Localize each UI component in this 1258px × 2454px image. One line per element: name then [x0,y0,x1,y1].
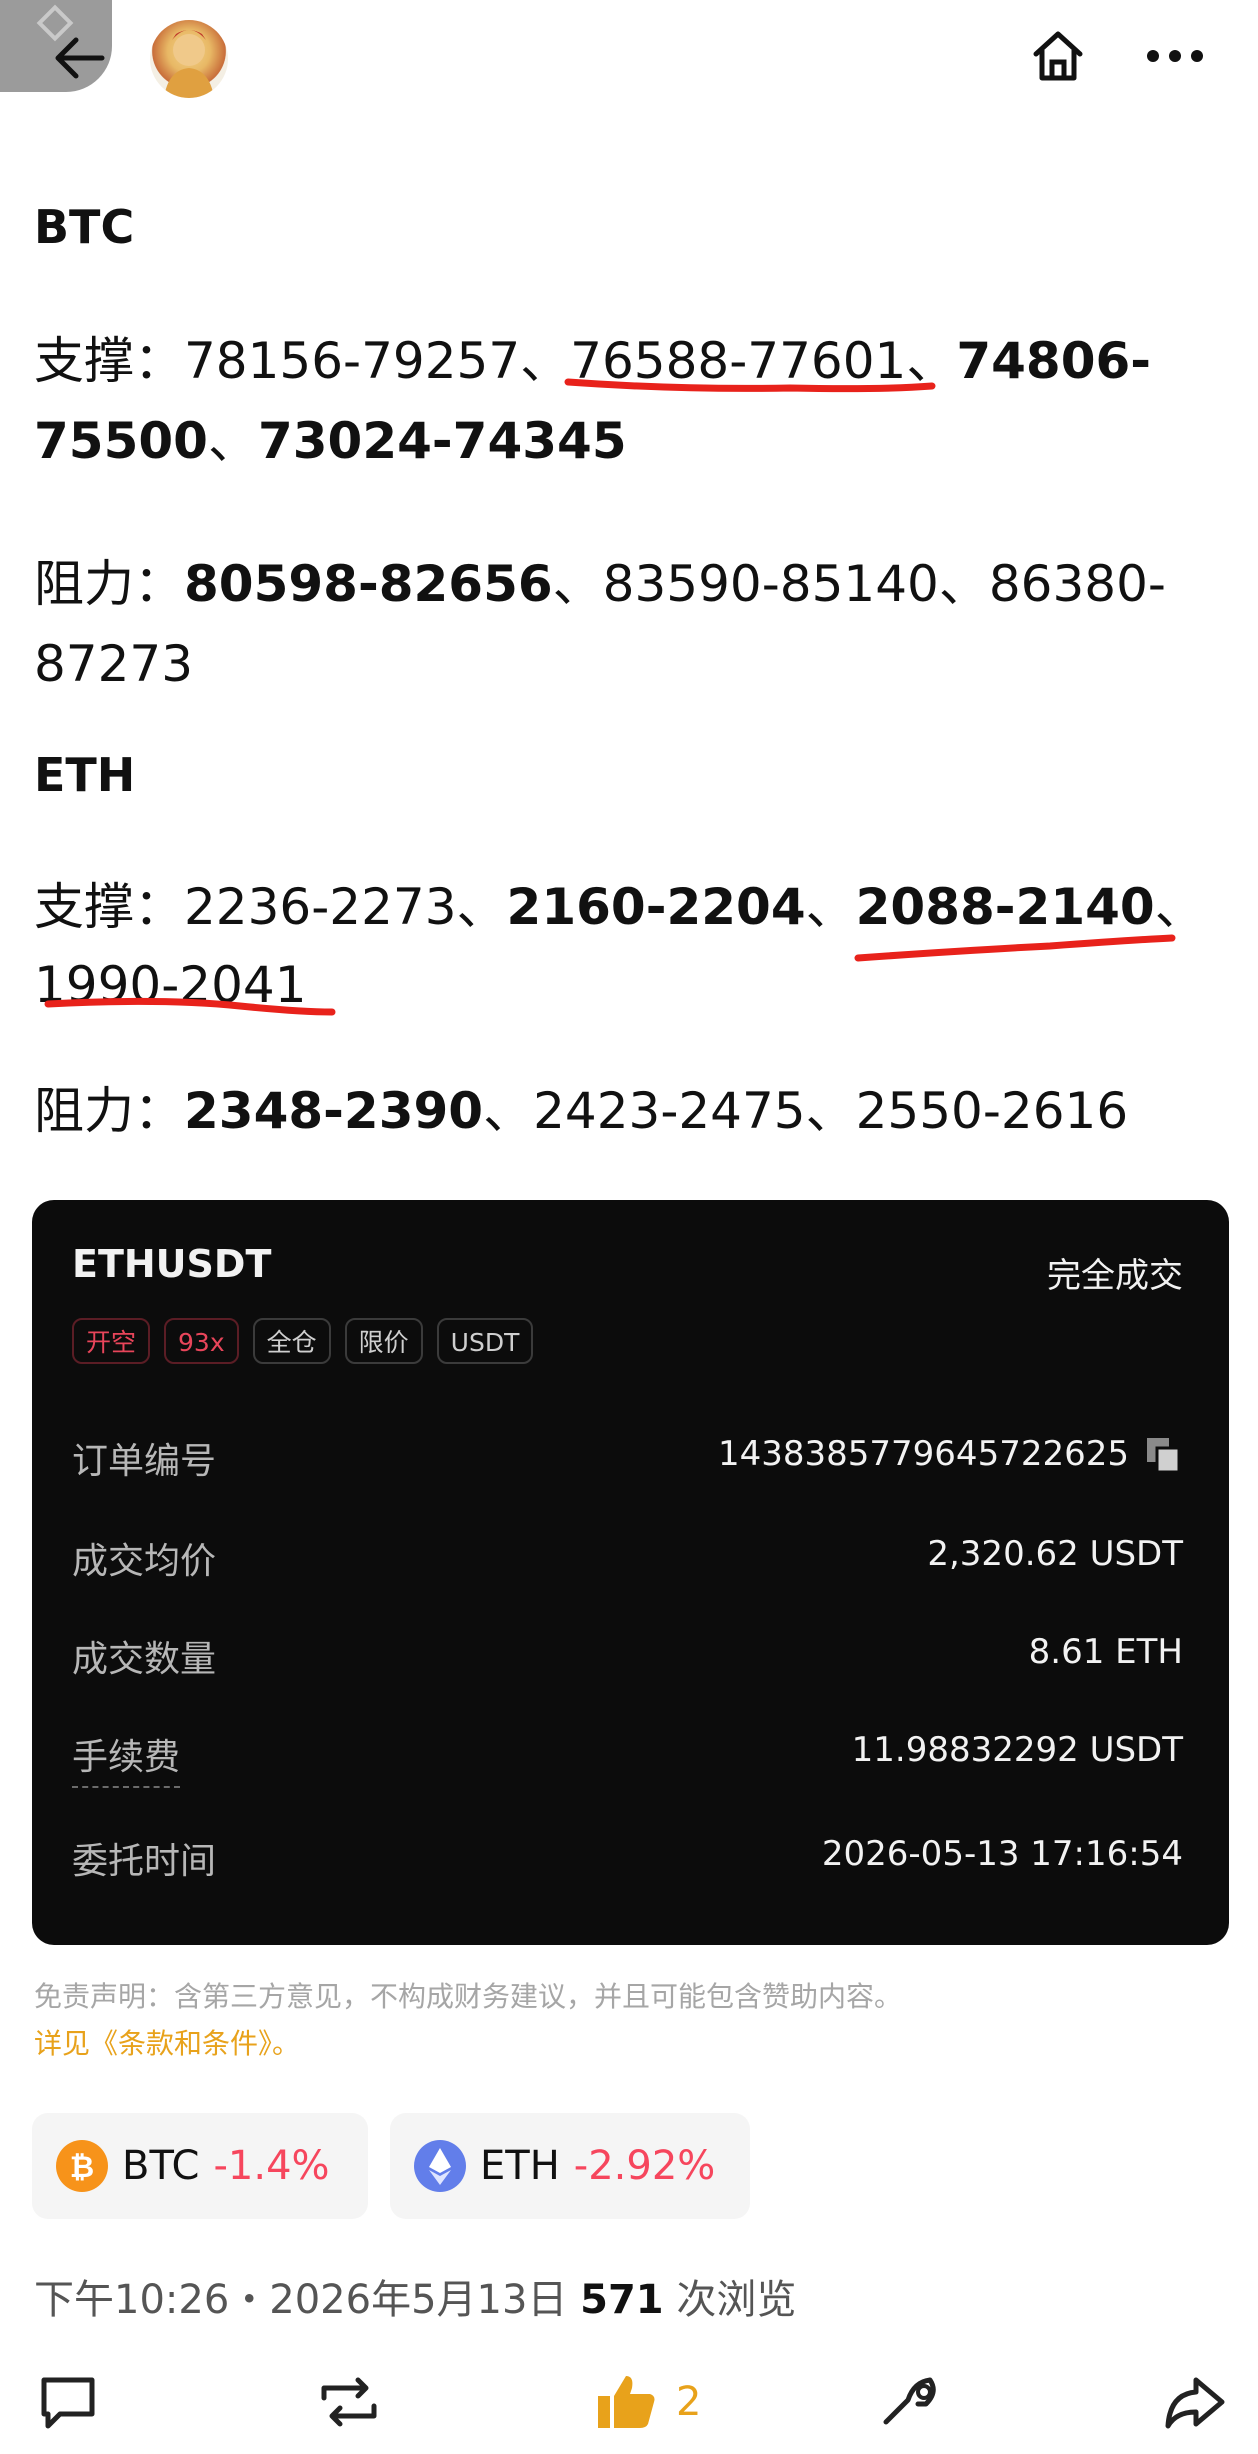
like-count: 2 [676,2379,702,2425]
btc-resistance-line-1: 阻力：80598-82656、83590-85140、86380- [34,545,1166,623]
coin-chip-btc[interactable]: ₿ BTC -1.4% [32,2113,368,2219]
resistance-label: 阻力： [34,1082,184,1140]
order-status: 完全成交 [1047,1256,1183,1296]
eth-resistance-3: 2550-2616 [855,1082,1129,1140]
order-card[interactable]: ETHUSDT 完全成交 开空 93x 全仓 限价 USDT 订单编号 1438… [32,1200,1229,1945]
order-id-label: 订单编号 [72,1441,217,1482]
coin-name: BTC [122,2143,200,2189]
support-label: 支撑： [34,332,184,390]
btc-support-3a: 74806- [956,332,1152,390]
eth-resistance-2: 2423-2475 [533,1082,806,1140]
eth-support-1: 2236-2273 [184,878,457,936]
thumbs-up-icon [598,2376,655,2428]
btc-title: BTC [34,200,135,254]
fee-label[interactable]: 手续费 [72,1728,181,1788]
tag-order-type: 限价 [344,1318,423,1364]
tag-leverage: 93x [164,1318,239,1364]
terms-link[interactable]: 详见《条款和条件》。 [34,2022,300,2062]
separator: 、 [483,1082,534,1140]
btc-resistance-line-2: 87273 [34,625,193,703]
separator: 、 [456,878,507,936]
avatar[interactable] [150,20,228,98]
separator: 、 [805,1082,856,1140]
order-time-value: 2026-05-13 17:16:54 [821,1834,1183,1874]
btc-support-1: 78156-79257 [184,332,521,390]
eth-resistance-1: 2348-2390 [184,1082,484,1140]
eth-icon [414,2140,466,2192]
repost-icon[interactable] [314,2370,384,2434]
tag-side: 开空 [72,1318,151,1364]
btc-resistance-2: 83590-85140 [602,555,939,613]
avg-price-label: 成交均价 [72,1541,217,1582]
more-dots-icon[interactable] [1145,28,1205,84]
tag-quote: USDT [436,1318,534,1364]
coin-change: -1.4% [213,2143,330,2189]
order-tags: 开空 93x 全仓 限价 USDT [72,1318,534,1364]
order-time-label: 委托时间 [72,1841,217,1882]
btc-resistance-3a: 86380- [988,555,1166,613]
filled-qty-value: 8.61 ETH [1028,1632,1183,1672]
fee-value: 11.98832292 USDT [851,1730,1183,1770]
support-label: 支撑： [34,878,184,936]
like-button[interactable]: 2 [594,2370,701,2434]
btc-support-3b: 75500 [34,412,208,470]
eth-resistance-line: 阻力：2348-2390、2423-2475、2550-2616 [34,1072,1128,1150]
filled-qty-label: 成交数量 [72,1639,217,1680]
avg-price-value: 2,320.62 USDT [927,1534,1183,1574]
coin-chip-eth[interactable]: ETH -2.92% [390,2113,750,2219]
order-id-value: 1438385779645722625 [717,1434,1129,1474]
resistance-label: 阻力： [34,555,184,613]
share-icon[interactable] [1160,2370,1230,2434]
view-count: 571 [580,2277,664,2323]
comment-icon[interactable] [36,2370,100,2434]
tip-icon[interactable] [878,2370,948,2434]
order-symbol: ETHUSDT [72,1242,272,1286]
views-label: 次浏览 [676,2277,797,2323]
btc-icon: ₿ [56,2140,108,2192]
back-button[interactable] [0,0,112,92]
btc-resistance-1: 80598-82656 [184,555,553,613]
coin-name: ETH [480,2143,560,2189]
separator: 、 [805,878,856,936]
btc-resistance-3b: 87273 [34,635,194,693]
eth-support-2: 2160-2204 [506,878,806,936]
avatar-image [164,30,214,98]
btc-support-4: 73024-74345 [257,412,627,470]
red-underline [44,997,336,1016]
disclaimer: 免责声明：含第三方意见，不构成财务建议，并且可能包含赞助内容。 [34,1980,903,2013]
separator: 、 [207,412,258,470]
home-icon[interactable] [1030,28,1086,84]
post-meta: 下午10:26・2026年5月13日 571 次浏览 [34,2267,796,2325]
red-underline [564,378,936,393]
svg-text:₿: ₿ [70,2150,94,2185]
tag-margin-mode: 全仓 [252,1318,331,1364]
eth-title: ETH [34,748,136,802]
separator: 、 [938,555,989,613]
btc-support-line-2: 75500、73024-74345 [34,402,627,480]
post-time: 下午10:26・2026年5月13日 [34,2277,568,2323]
red-underline [854,934,1176,962]
arrow-left-icon [36,4,105,79]
coin-change: -2.92% [573,2143,716,2189]
copy-icon[interactable] [1145,1436,1183,1476]
separator: 、 [552,555,603,613]
